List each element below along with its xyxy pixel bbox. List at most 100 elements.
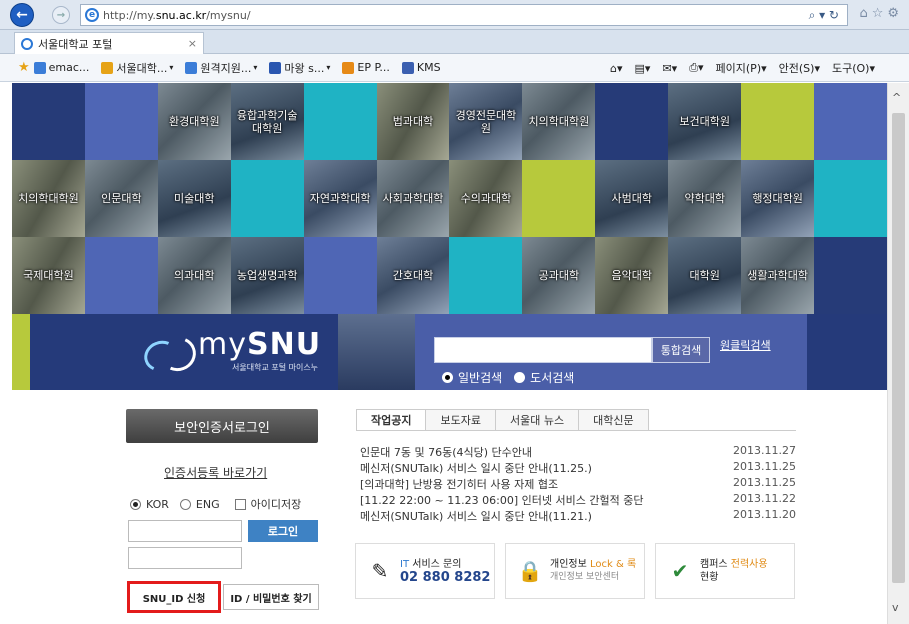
news-item[interactable]: 메신저(SNUTalk) 서비스 일시 중단 안내(11.25.) 2013.11… [360, 460, 796, 476]
favorite-item[interactable]: 서울대학... ▾ [101, 60, 173, 76]
college-tile[interactable]: 국제대학원 [12, 237, 85, 314]
college-tile[interactable]: 행정대학원 [741, 160, 815, 237]
photo-tile [338, 314, 415, 390]
id-input[interactable] [128, 520, 242, 542]
cmd-tools[interactable]: 도구(O) ▾ [832, 60, 875, 76]
college-tile[interactable]: 생활과학대학 [741, 237, 815, 314]
favorite-item[interactable]: 마왕 s... ▾ [269, 60, 330, 76]
tab-press[interactable]: 보도자료 [425, 409, 496, 431]
college-tile[interactable]: 약학대학 [668, 160, 742, 237]
news-item[interactable]: 인문대 7동 및 76동(4식당) 단수안내 2013.11.27 [360, 444, 796, 460]
save-id-checkbox[interactable] [234, 498, 246, 510]
favorite-icon [33, 61, 46, 74]
college-tile[interactable]: 농업생명과학 [230, 237, 304, 314]
url-input[interactable]: e http://my.snu.ac.kr/mysnu/ ⌕ ▾ ↻ [80, 4, 848, 26]
favorites-list: emac... 서울대학... ▾ 원격지원... ▾ 마왕 s... ▾ EP P... KM… [33, 60, 453, 76]
scroll-up-icon[interactable]: ^ [892, 91, 901, 104]
decorative-tile [84, 237, 158, 314]
password-input[interactable] [128, 547, 242, 569]
college-tile-grid: 환경대학원 융합과학기술 대학원 법과대학 경영전문대학원 치의학대학원 보건대학원 치의학… [12, 83, 887, 314]
college-tile[interactable]: 융합과학기술 대학원 [230, 83, 304, 160]
college-tile[interactable]: 법과대학 [376, 83, 450, 160]
college-tile[interactable]: 자연과학대학 [303, 160, 377, 237]
address-bar: ← → e http://my.snu.ac.kr/mysnu/ ⌕ ▾ ↻ ⌂… [0, 0, 909, 30]
page-viewport: 환경대학원 융합과학기술 대학원 법과대학 경영전문대학원 치의학대학원 보건대학원 치의학… [12, 83, 887, 624]
college-tile[interactable]: 경영전문대학원 [449, 83, 523, 160]
arrow-left-icon: ← [16, 7, 28, 23]
college-tile[interactable]: 사회과학대학 [376, 160, 450, 237]
feeds-icon[interactable]: ▤▾ [635, 60, 651, 76]
tab-snu-news[interactable]: 서울대 뉴스 [494, 409, 580, 431]
tab-title: 서울대학교 포털 [38, 37, 113, 51]
decorative-tile [814, 83, 887, 160]
college-tile[interactable]: 수의과대학 [449, 160, 523, 237]
mysnu-logo[interactable]: mySNU 서울대학교 포털 마이스누 [142, 330, 321, 373]
favorites-star-icon[interactable]: ★ [18, 60, 30, 75]
college-tile[interactable]: 치의학대학원 [522, 83, 596, 160]
college-tile[interactable]: 인문대학 [84, 160, 158, 237]
search-input[interactable] [434, 337, 652, 363]
service-banners: ✎ IT 서비스 문의 02 880 8282 🔒 개인정보 Lock & 록 … [355, 543, 795, 599]
privacy-lock-banner[interactable]: 🔒 개인정보 Lock & 록 개인정보 보안센터 [505, 543, 645, 599]
college-tile[interactable]: 보건대학원 [668, 83, 742, 160]
lock-icon: 🔒 [517, 559, 543, 583]
checkmark-icon: ✔ [671, 559, 689, 583]
scope-general[interactable]: 일반검색 [442, 369, 502, 386]
decorative-tile [449, 237, 523, 314]
decorative-tile [230, 160, 304, 237]
forward-button[interactable]: → [52, 6, 70, 24]
login-button[interactable]: 로그인 [248, 520, 318, 542]
mail-icon[interactable]: ✉▾ [662, 60, 677, 76]
pen-icon: ✎ [371, 559, 389, 583]
integrated-search-button[interactable]: 통합검색 [652, 337, 710, 363]
news-list: 인문대 7동 및 76동(4식당) 단수안내 2013.11.27 메신저(SNUT… [360, 444, 796, 524]
scroll-thumb[interactable] [892, 113, 905, 583]
college-tile[interactable]: 미술대학 [157, 160, 231, 237]
college-tile[interactable]: 환경대학원 [157, 83, 231, 160]
print-icon[interactable]: ⎙▾ [689, 60, 703, 76]
vertical-scrollbar[interactable]: ^ v [887, 83, 909, 624]
logo-my: my [198, 327, 247, 362]
news-item[interactable]: [11.22 22:00 ~ 11.23 06:00] 인터넷 서비스 간헐적 … [360, 492, 796, 508]
college-tile[interactable]: 음악대학 [595, 237, 669, 314]
decorative-tile [814, 160, 887, 237]
college-tile[interactable]: 사범대학 [595, 160, 669, 237]
tab-univ-paper[interactable]: 대학신문 [578, 409, 649, 431]
snu-id-apply-button[interactable]: SNU_ID 신청 [127, 581, 221, 613]
radio-kor[interactable] [130, 498, 141, 510]
news-item[interactable]: 메신저(SNUTalk) 서비스 일시 중단 안내(11.21.) 2013.11… [360, 508, 796, 524]
radio-eng[interactable] [179, 498, 191, 510]
logo-snu: SNU [246, 327, 322, 362]
one-click-search-link[interactable]: 원클릭검색 [720, 337, 771, 353]
tab-snu-portal[interactable]: 서울대학교 포털 × [14, 32, 204, 54]
college-tile[interactable]: 대학원 [668, 237, 742, 314]
scope-library[interactable]: 도서검색 [514, 369, 574, 386]
tab-work-notice[interactable]: 작업공지 [356, 409, 427, 431]
campus-power-banner[interactable]: ✔ 캠퍼스 전력사용 현황 [655, 543, 795, 599]
college-tile[interactable]: 치의학대학원 [12, 160, 85, 237]
cmd-safety[interactable]: 안전(S) ▾ [779, 60, 820, 76]
close-icon[interactable]: × [188, 37, 197, 50]
decorative-tile [741, 83, 815, 160]
home-favorites-settings-icons[interactable]: ⌂☆⚙ [859, 6, 903, 21]
decorative-tile [303, 83, 377, 160]
arrow-right-icon: → [56, 9, 66, 21]
search-refresh-icon[interactable]: ⌕ ▾ ↻ [809, 8, 839, 23]
scroll-down-icon[interactable]: v [892, 601, 899, 614]
cmd-page[interactable]: 페이지(P) ▾ [716, 60, 767, 76]
it-service-banner[interactable]: ✎ IT 서비스 문의 02 880 8282 [355, 543, 495, 599]
favorite-item[interactable]: KMS [401, 60, 441, 76]
find-id-password-button[interactable]: ID / 비밀번호 찾기 [223, 584, 319, 610]
cert-login-button[interactable]: 보안인증서로그인 [126, 409, 318, 443]
news-item[interactable]: [의과대학] 난방용 전기히터 사용 자제 협조 2013.11.25 [360, 476, 796, 492]
home-icon[interactable]: ⌂▾ [610, 60, 623, 76]
favorite-item[interactable]: 원격지원... ▾ [185, 60, 257, 76]
cert-register-link[interactable]: 인증서등록 바로가기 [164, 464, 267, 481]
favorite-item[interactable]: emac... [33, 60, 89, 76]
news-tabs: 작업공지 보도자료 서울대 뉴스 대학신문 [356, 409, 649, 431]
college-tile[interactable]: 의과대학 [157, 237, 231, 314]
favorite-item[interactable]: EP P... [342, 60, 390, 76]
college-tile[interactable]: 공과대학 [522, 237, 596, 314]
college-tile[interactable]: 간호대학 [376, 237, 450, 314]
back-button[interactable]: ← [10, 3, 34, 27]
